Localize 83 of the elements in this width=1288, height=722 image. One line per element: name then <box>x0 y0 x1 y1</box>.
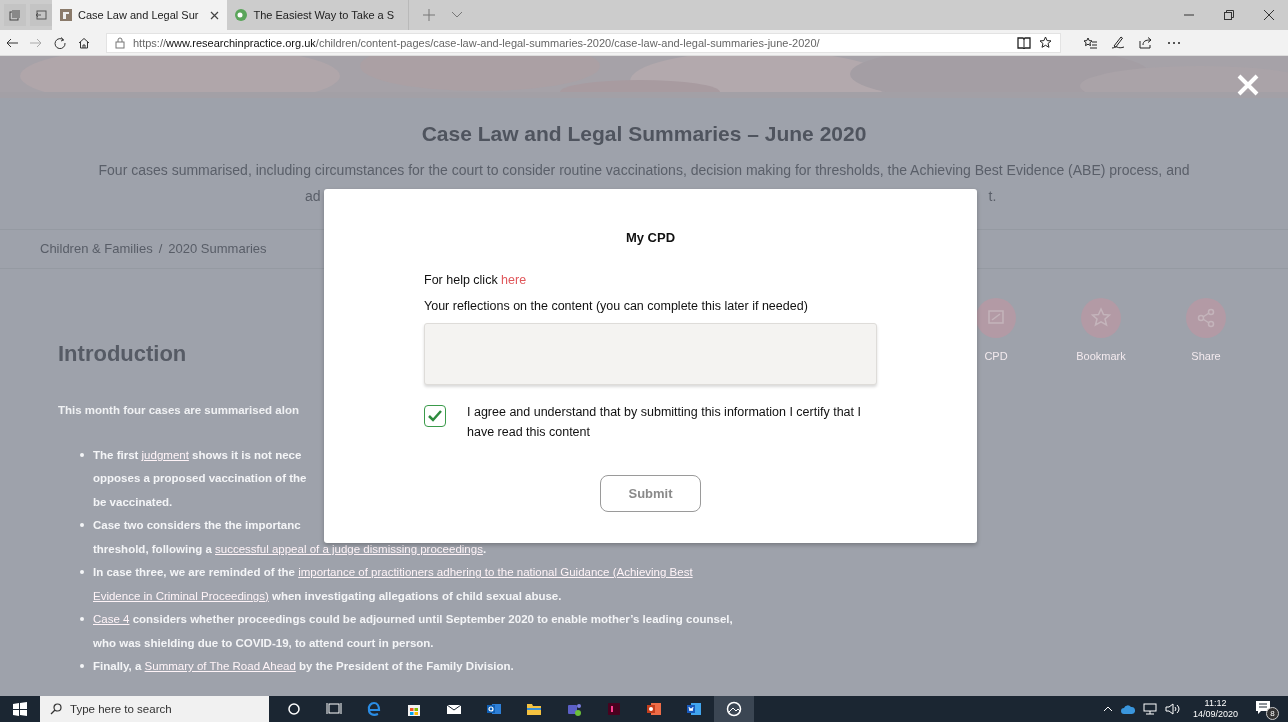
bullet-text: threshold, following a successful appeal of a judge dismissing proceedings. <box>93 542 487 555</box>
lock-icon <box>115 36 125 49</box>
page-subtitle: t. <box>988 187 997 205</box>
pen-icon[interactable] <box>1111 36 1125 49</box>
cpd-icon[interactable] <box>976 298 1016 338</box>
share-icon[interactable] <box>1139 36 1153 49</box>
bullet-text: Case 4 considers whether proceedings could be adjourned until September 2020 to enable mother’s leading counsel, <box>93 613 733 626</box>
more-icon[interactable] <box>1167 40 1181 45</box>
link[interactable]: Case 4 <box>93 613 130 626</box>
bullet-icon <box>80 523 84 528</box>
mail-app-icon[interactable] <box>486 701 502 717</box>
link[interactable]: Summary of The Road Ahead <box>144 660 296 673</box>
dialog-title: My CPD <box>624 229 677 247</box>
square-app-icon[interactable] <box>606 701 622 717</box>
bullet-text: Case two considers the the importanc <box>93 519 301 532</box>
chevron-down-icon[interactable] <box>451 11 464 19</box>
clock[interactable]: 11:12 14/09/2020 <box>1192 698 1238 720</box>
home-icon[interactable] <box>78 36 90 49</box>
favorites-icon[interactable] <box>1083 36 1097 49</box>
browser-e-icon[interactable] <box>366 701 382 717</box>
page-subtitle: ad <box>305 187 321 205</box>
help-text: For help click here <box>424 272 528 289</box>
bullet-icon <box>80 570 84 575</box>
submit-button[interactable]: Submit <box>600 475 701 512</box>
page-title: Case Law and Legal Summaries – June 2020 <box>420 122 868 146</box>
bullet-icon <box>80 664 84 669</box>
link[interactable]: Evidence in Criminal Proceedings) <box>93 589 269 602</box>
help-link[interactable]: here <box>501 273 527 287</box>
link[interactable]: judgment <box>141 448 189 461</box>
link[interactable]: importance of practitioners adhering to the national Guidance (Achieving Best <box>298 566 693 579</box>
bullet-text: In case three, we are reminded of the importance of practitioners adhering to the national Guidance (Achieving Best <box>93 566 693 579</box>
document-app-icon[interactable] <box>686 701 702 717</box>
bullet-icon <box>80 452 84 457</box>
tabs-icon <box>9 9 21 21</box>
breadcrumb-link[interactable]: 2020 Summaries <box>168 240 267 258</box>
folder-icon[interactable] <box>526 701 542 717</box>
star-icon[interactable] <box>1039 36 1052 49</box>
browser-tab[interactable]: Case Law and Legal Sur <box>52 0 228 30</box>
link[interactable]: successful appeal of a judge dismissing proceedings <box>215 542 483 555</box>
breadcrumb-link[interactable]: Children & Families <box>40 240 153 258</box>
bullet-icon <box>80 617 84 622</box>
refresh-icon[interactable] <box>54 36 66 49</box>
set-aside-icon <box>35 9 47 21</box>
notification-icon[interactable] <box>1254 698 1272 716</box>
reading-view-icon[interactable] <box>1017 36 1031 49</box>
people-icon[interactable] <box>566 701 582 717</box>
address-bar[interactable]: https://www.researchinpractice.org.uk/children/content-pages/case-law-and-legal-summaries-2020/case-law-and-legal-summaries-june-2020/ <box>106 32 1061 53</box>
reflections-field[interactable] <box>424 323 877 385</box>
restore-icon[interactable] <box>1224 10 1234 20</box>
page-subtitle: Four cases summarised, including circumstances for the court to consider routine vaccinations, decision making for thresholds, the Achieving Best Evidence (ABE) process, and <box>98 162 1190 178</box>
intro-text: This month four cases are summarised alon <box>58 404 299 416</box>
close-icon[interactable] <box>210 10 220 20</box>
bullet-text: opposes a proposed vaccination of the <box>93 472 307 485</box>
slides-app-icon[interactable] <box>646 701 662 717</box>
chevron-up-icon[interactable] <box>1102 706 1113 712</box>
agreement-text: I agree and understand that by submitting this information I certify that I have read this content <box>467 404 862 441</box>
notification-count: 8 <box>1266 707 1279 720</box>
task-view-icon[interactable] <box>326 701 342 717</box>
action-label[interactable]: Share <box>1191 350 1221 362</box>
bullet-text: The first judgment shows it is not nece <box>93 448 302 461</box>
search-field[interactable]: Type here to search <box>40 696 269 722</box>
circle-icon[interactable] <box>286 701 302 717</box>
network-icon[interactable] <box>1142 703 1157 715</box>
section-heading: Introduction <box>58 340 187 368</box>
bullet-text: Finally, a Summary of The Road Ahead by the President of the Family Division. <box>93 660 514 673</box>
snip-app-icon[interactable] <box>726 701 742 717</box>
search-icon <box>50 703 62 715</box>
checkbox[interactable] <box>424 405 446 427</box>
bullet-text: who was shielding due to COVID-19, to attend court in person. <box>93 636 434 649</box>
speaker-icon[interactable] <box>1164 703 1181 715</box>
back-icon[interactable] <box>6 37 18 48</box>
action-label[interactable]: Bookmark <box>1076 350 1126 362</box>
bullet-text: be vaccinated. <box>93 495 173 508</box>
favicon-icon <box>235 9 248 21</box>
close-icon[interactable] <box>1264 10 1274 20</box>
action-label[interactable]: CPD <box>984 350 1008 362</box>
breadcrumb-separator: / <box>158 240 163 258</box>
windows-icon[interactable] <box>13 702 27 716</box>
site-favicon-icon <box>60 9 72 21</box>
bullet-text: Evidence in Criminal Proceedings) when investigating allegations of child sexual abuse. <box>93 589 562 602</box>
field-label: Your reflections on the content (you can complete this later if needed) <box>424 298 809 315</box>
checkmark-icon <box>428 410 442 422</box>
cloud-icon[interactable] <box>1120 704 1135 714</box>
